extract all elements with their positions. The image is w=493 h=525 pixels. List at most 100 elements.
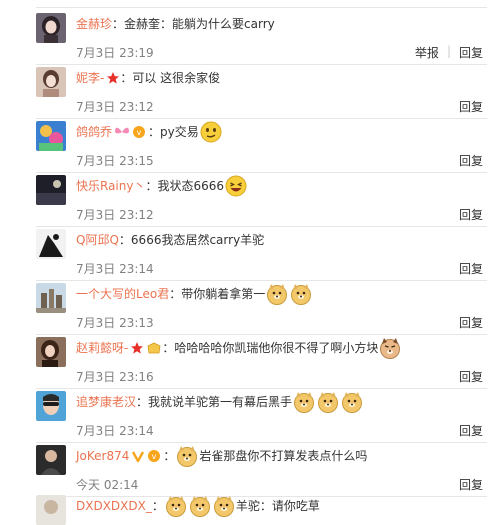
comment-time: 7月3日 23:12: [76, 100, 154, 114]
comment-username[interactable]: 一个大写的Leo君: [76, 284, 169, 304]
comment-username[interactable]: 追梦康老汉: [76, 392, 136, 412]
avatar-girl-dark-hair-icon: [36, 13, 66, 43]
avatar-dark-scene-icon: [36, 175, 66, 205]
comment-text: 我状态6666: [157, 179, 225, 193]
username-separator: ：: [148, 125, 161, 139]
username-separator: ：: [163, 449, 176, 463]
avatar[interactable]: [36, 229, 66, 259]
avatar[interactable]: [36, 13, 66, 43]
smirk-face-icon: [200, 121, 222, 143]
comment-time: 7月3日 23:19: [76, 46, 154, 60]
gold-badge-icon: [146, 341, 162, 355]
comment-text: 岩雀那盘你不打算发表点什么吗: [199, 449, 368, 463]
comment-username[interactable]: Q阿邱Q: [76, 230, 119, 250]
comment-item: 金赫珍 ： 金赫奎：能躺为什么要carry 7月3日 23:19 举报 | 回复: [0, 11, 493, 65]
comment-item: 鸽鸽乔 v ： py交易 7月3日 23:15 回复: [0, 119, 493, 173]
comment-text: 哈哈哈哈你凯瑞他你很不得了啊小方块: [174, 341, 379, 355]
avatar[interactable]: [36, 391, 66, 421]
comment-text: 可以 这很余家俊: [132, 71, 221, 85]
reply-button[interactable]: 回复: [459, 368, 483, 385]
comment-username[interactable]: 金赫珍: [76, 14, 112, 34]
divider: [36, 7, 487, 8]
verified-v-badge-icon: [131, 449, 145, 463]
comment-item: DXDXDXDX_ ： 羊驼：请你吃草: [0, 493, 493, 525]
avatar-landmark-icon: [36, 283, 66, 313]
action-separator: |: [446, 44, 451, 58]
reply-button[interactable]: 回复: [459, 476, 483, 493]
avatar-girl-light-icon: [36, 67, 66, 97]
reply-button[interactable]: 回复: [459, 314, 483, 331]
doge-icon: [176, 445, 198, 467]
username-separator: ：: [136, 395, 149, 409]
comment-text: 羊驼：请你吃草: [235, 499, 320, 513]
comment-time: 今天 02:14: [76, 478, 139, 492]
username-separator: ：: [112, 17, 125, 31]
comment-time: 7月3日 23:13: [76, 316, 154, 330]
username-separator: ：: [120, 71, 133, 85]
butterfly-badge-icon: [114, 125, 130, 139]
comment-item: 赵莉懿呀- ： 哈哈哈哈你凯瑞他你很不得了啊小方块 7月3日 23:16 回复: [0, 335, 493, 389]
svg-text:v: v: [152, 452, 157, 461]
reply-button[interactable]: 回复: [459, 152, 483, 169]
avatar[interactable]: [36, 175, 66, 205]
previous-comment-stub: [0, 0, 493, 9]
username-separator: ：: [145, 179, 158, 193]
red-star-badge-icon: [106, 71, 120, 85]
comment-item: 妮李- ： 可以 这很余家俊 7月3日 23:12 回复: [0, 65, 493, 119]
comment-username[interactable]: 赵莉懿呀-: [76, 338, 128, 358]
comment-item: 追梦康老汉 ： 我就说羊驼第一有幕后黑手 7月3日 23:14 回复: [0, 389, 493, 443]
username-separator: ：: [162, 341, 175, 355]
username-separator: ：: [151, 499, 164, 513]
comment-time: 7月3日 23:16: [76, 370, 154, 384]
avatar-girl-brown-icon: [36, 337, 66, 367]
svg-text:v: v: [137, 128, 142, 137]
comment-text: 6666我态居然carry羊驼: [130, 233, 265, 247]
report-button[interactable]: 举报: [415, 44, 439, 61]
avatar-light-icon: [36, 495, 66, 525]
username-separator: ：: [118, 233, 131, 247]
comment-item: Q阿邱Q ： 6666我态居然carry羊驼 7月3日 23:14 回复: [0, 227, 493, 281]
comment-text: 金赫奎：能躺为什么要carry: [124, 17, 275, 31]
reply-button[interactable]: 回复: [459, 260, 483, 277]
doge-icon: [341, 391, 363, 413]
avatar-sunglasses-icon: [36, 391, 66, 421]
reply-button[interactable]: 回复: [459, 44, 483, 61]
avatar-monochrome-icon: [36, 229, 66, 259]
username-separator: ：: [169, 287, 182, 301]
comment-time: 7月3日 23:14: [76, 262, 154, 276]
avatar[interactable]: [36, 121, 66, 151]
doge-icon: [317, 391, 339, 413]
doge-icon: [290, 283, 312, 305]
red-star-badge-icon: [130, 341, 144, 355]
avatar-dark-figure-icon: [36, 445, 66, 475]
comment-item: 一个大写的Leo君 ： 带你躺着拿第一 7月3日 23:13 回复: [0, 281, 493, 335]
member-badge-icon: v: [132, 125, 148, 139]
comment-text: 带你躺着拿第一: [181, 287, 266, 301]
reply-button[interactable]: 回复: [459, 206, 483, 223]
avatar[interactable]: [36, 495, 66, 525]
avatar[interactable]: [36, 67, 66, 97]
grumpy-dog-icon: [379, 337, 401, 359]
avatar[interactable]: [36, 445, 66, 475]
doge-icon: [266, 283, 288, 305]
doge-icon: [293, 391, 315, 413]
comment-time: 7月3日 23:15: [76, 154, 154, 168]
comment-time: 7月3日 23:14: [76, 424, 154, 438]
reply-button[interactable]: 回复: [459, 422, 483, 439]
comment-username[interactable]: 鸽鸽乔: [76, 122, 112, 142]
laughing-face-icon: [225, 175, 247, 197]
comment-text: py交易: [160, 125, 199, 139]
comment-item: JoKer874 v ： 岩雀那盘你不打算发表点什么吗 今天 02:14 回复: [0, 443, 493, 497]
avatar-colorful-icon: [36, 121, 66, 151]
avatar[interactable]: [36, 337, 66, 367]
comment-username[interactable]: 妮李-: [76, 68, 104, 88]
reply-button[interactable]: 回复: [459, 98, 483, 115]
comment-time: 7月3日 23:12: [76, 208, 154, 222]
comment-item: 快乐Rainy丶 ： 我状态6666 7月3日 23:12 回复: [0, 173, 493, 227]
member-badge-icon: v: [147, 449, 163, 463]
avatar[interactable]: [36, 283, 66, 313]
comment-username[interactable]: DXDXDXDX_: [76, 496, 152, 516]
comment-text: 我就说羊驼第一有幕后黑手: [148, 395, 293, 409]
comment-username[interactable]: 快乐Rainy丶: [76, 176, 145, 196]
comment-username[interactable]: JoKer874: [76, 446, 129, 466]
